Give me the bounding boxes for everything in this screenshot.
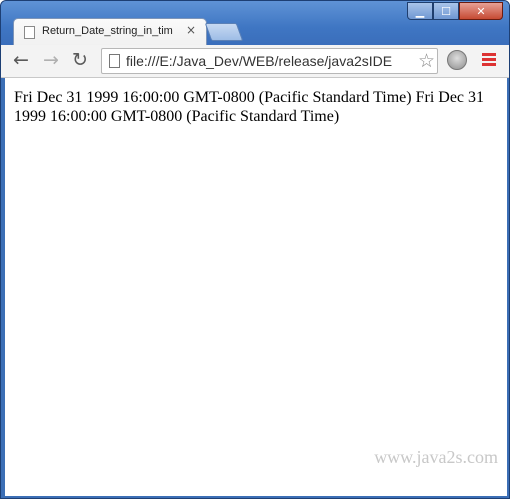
tab-close-button[interactable]: × <box>186 23 196 37</box>
forward-button[interactable]: → <box>43 50 59 70</box>
browser-window: ▁ ☐ ✕ Return_Date_string_in_tim × ← → ↻ … <box>0 0 510 499</box>
extension-icon[interactable] <box>447 50 467 70</box>
reload-button[interactable]: ↻ <box>72 50 88 70</box>
maximize-button[interactable]: ☐ <box>433 2 459 20</box>
document-icon <box>24 26 35 39</box>
watermark: www.java2s.com <box>374 447 498 467</box>
url-text[interactable]: file:///E:/Java_Dev/WEB/release/java2sID… <box>126 53 416 69</box>
menu-icon[interactable] <box>482 53 496 68</box>
page-text: Fri Dec 31 1999 16:00:00 GMT-0800 (Pacif… <box>14 89 485 125</box>
address-bar[interactable]: file:///E:/Java_Dev/WEB/release/java2sID… <box>101 48 438 74</box>
bookmark-star-icon[interactable]: ☆ <box>418 50 435 72</box>
tab-title: Return_Date_string_in_tim <box>42 25 173 37</box>
new-tab-button[interactable] <box>204 23 244 41</box>
close-window-button[interactable]: ✕ <box>459 2 503 20</box>
browser-toolbar: ← → ↻ file:///E:/Java_Dev/WEB/release/ja… <box>1 45 509 78</box>
window-controls: ▁ ☐ ✕ <box>407 2 503 20</box>
page-icon <box>109 54 120 68</box>
tab-active[interactable]: Return_Date_string_in_tim × <box>13 18 207 45</box>
back-button[interactable]: ← <box>13 50 29 70</box>
title-bar: ▁ ☐ ✕ Return_Date_string_in_tim × <box>1 1 509 45</box>
page-content: Fri Dec 31 1999 16:00:00 GMT-0800 (Pacif… <box>5 78 507 496</box>
minimize-button[interactable]: ▁ <box>407 2 433 20</box>
